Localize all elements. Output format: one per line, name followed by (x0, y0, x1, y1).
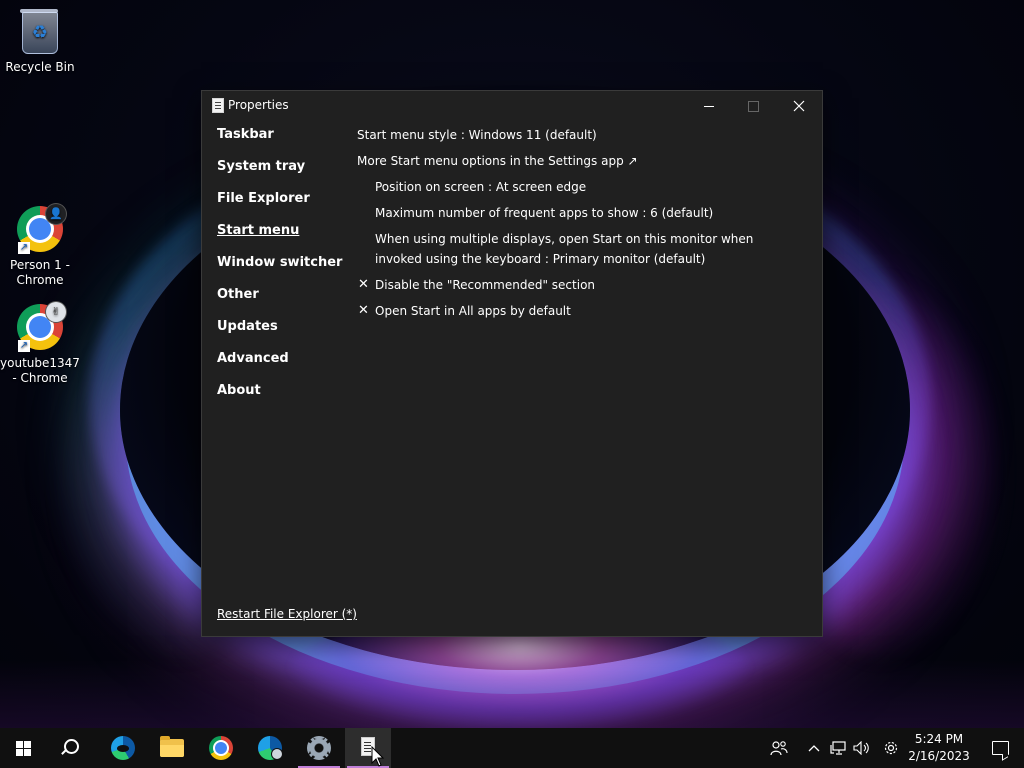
nav-item-taskbar[interactable]: Taskbar (217, 127, 347, 159)
person-icon: 👤 (46, 204, 66, 224)
properties-app-icon (212, 98, 224, 113)
settings-nav: Taskbar System tray File Explorer Start … (217, 127, 347, 415)
nav-item-window-switcher[interactable]: Window switcher (217, 255, 347, 287)
maximize-icon (748, 101, 759, 112)
nav-item-about[interactable]: About (217, 383, 347, 415)
edge-icon (111, 736, 135, 760)
volume-icon (853, 740, 869, 756)
nav-item-updates[interactable]: Updates (217, 319, 347, 351)
file-explorer-icon (160, 736, 184, 757)
checked-x-icon: ✕ (358, 277, 369, 292)
option-more-settings-link[interactable]: More Start menu options in the Settings … (357, 151, 797, 171)
taskbar-edge[interactable] (100, 728, 146, 768)
show-hidden-icons-button[interactable] (804, 728, 824, 768)
tray-settings-button[interactable] (878, 728, 904, 768)
desktop-icon-label: youtube1347 - Chrome (0, 356, 80, 385)
nav-item-start-menu[interactable]: Start menu (217, 223, 347, 255)
window-title: Properties (228, 98, 289, 112)
taskbar: 5:24 PM 2/16/2023 (0, 728, 1024, 768)
desktop-icon-label: Person 1 - Chrome (10, 258, 70, 287)
option-max-frequent-apps[interactable]: Maximum number of frequent apps to show … (357, 203, 797, 223)
start-icon (16, 741, 31, 756)
option-start-menu-style[interactable]: Start menu style : Windows 11 (default) (357, 125, 797, 145)
option-position-on-screen[interactable]: Position on screen : At screen edge (357, 177, 797, 197)
start-menu-options: Start menu style : Windows 11 (default) … (357, 125, 797, 327)
clock-date: 2/16/2023 (908, 749, 970, 763)
chrome-icon: 👤 ↗ (16, 204, 66, 254)
mouse-cursor-icon (371, 746, 385, 767)
search-button[interactable] (48, 728, 94, 768)
notification-center-button[interactable] (976, 728, 1024, 768)
desktop-icon-recycle-bin[interactable]: ♻ Recycle Bin (0, 8, 80, 75)
option-label: Disable the "Recommended" section (375, 278, 596, 292)
option-multiple-displays[interactable]: When using multiple displays, open Start… (357, 229, 797, 269)
network-button[interactable] (826, 728, 850, 768)
taskbar-settings[interactable] (296, 728, 342, 768)
restart-file-explorer-link[interactable]: Restart File Explorer (*) (217, 607, 357, 621)
option-disable-recommended[interactable]: ✕ Disable the "Recommended" section (357, 275, 797, 295)
nav-item-file-explorer[interactable]: File Explorer (217, 191, 347, 223)
option-open-all-apps[interactable]: ✕ Open Start in All apps by default (357, 301, 797, 321)
network-icon (830, 741, 846, 755)
nav-item-system-tray[interactable]: System tray (217, 159, 347, 191)
minimize-icon (704, 106, 714, 107)
recycle-bin-icon: ♻ (16, 8, 64, 56)
taskbar-chrome[interactable] (198, 728, 244, 768)
wallpaper-floor (0, 660, 1024, 728)
people-icon (770, 741, 788, 756)
start-button[interactable] (0, 728, 46, 768)
desktop-icon-youtube-chrome[interactable]: ✌ ↗ youtube1347 - Chrome (0, 302, 80, 386)
clock-time: 5:24 PM (914, 732, 964, 746)
checked-x-icon: ✕ (358, 303, 369, 318)
desktop-icon-person1-chrome[interactable]: 👤 ↗ Person 1 - Chrome (0, 204, 80, 288)
gear-icon (884, 741, 898, 755)
maximize-button[interactable] (730, 91, 776, 121)
taskbar-file-explorer[interactable] (149, 728, 195, 768)
search-icon (64, 739, 79, 754)
taskbar-edge-beta[interactable] (247, 728, 293, 768)
shortcut-arrow-icon: ↗ (18, 340, 30, 352)
minimize-button[interactable] (686, 91, 732, 121)
volume-button[interactable] (850, 728, 874, 768)
profile-avatar-icon: ✌ (46, 302, 66, 322)
nav-item-other[interactable]: Other (217, 287, 347, 319)
title-bar[interactable]: Properties (202, 91, 822, 121)
desktop-icon-label: Recycle Bin (5, 60, 75, 74)
option-label: Open Start in All apps by default (375, 304, 571, 318)
edge-beta-icon (258, 736, 282, 760)
close-icon (793, 100, 805, 112)
clock[interactable]: 5:24 PM 2/16/2023 (904, 731, 974, 765)
notification-icon (992, 741, 1009, 755)
close-button[interactable] (776, 91, 822, 121)
people-button[interactable] (764, 728, 794, 768)
properties-window: Properties Taskbar System tray File Expl… (201, 90, 823, 637)
settings-icon (307, 736, 331, 760)
nav-item-advanced[interactable]: Advanced (217, 351, 347, 383)
chrome-icon (209, 736, 233, 760)
chevron-up-icon (808, 745, 820, 752)
chrome-icon: ✌ ↗ (16, 302, 66, 352)
shortcut-arrow-icon: ↗ (18, 242, 30, 254)
